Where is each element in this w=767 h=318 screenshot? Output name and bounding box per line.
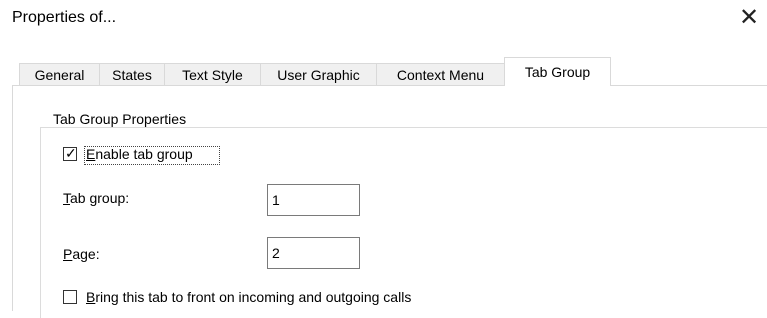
tab-group-input[interactable] bbox=[267, 184, 360, 216]
group-title: Tab Group Properties bbox=[49, 111, 191, 127]
tab-general[interactable]: General bbox=[19, 63, 100, 85]
bring-to-front-label[interactable]: Bring this tab to front on incoming and … bbox=[86, 289, 411, 305]
page-label: Page: bbox=[63, 246, 100, 262]
page-input[interactable] bbox=[267, 237, 360, 269]
tab-states[interactable]: States bbox=[99, 63, 165, 85]
dialog-title: Properties of... bbox=[12, 9, 117, 26]
tab-context-menu[interactable]: Context Menu bbox=[376, 63, 505, 85]
tab-tab-group[interactable]: Tab Group bbox=[504, 57, 611, 86]
close-icon[interactable]: ✕ bbox=[735, 4, 763, 32]
checkmark-icon: ✓ bbox=[65, 145, 77, 161]
tab-group-label: Tab group: bbox=[63, 190, 130, 206]
tab-user-graphic[interactable]: User Graphic bbox=[260, 63, 377, 85]
enable-tab-group-label[interactable]: Enable tab group bbox=[86, 146, 193, 162]
tab-text-style[interactable]: Text Style bbox=[164, 63, 261, 85]
enable-tab-group-checkbox[interactable]: ✓ bbox=[63, 145, 77, 161]
bring-to-front-checkbox[interactable] bbox=[63, 290, 77, 304]
